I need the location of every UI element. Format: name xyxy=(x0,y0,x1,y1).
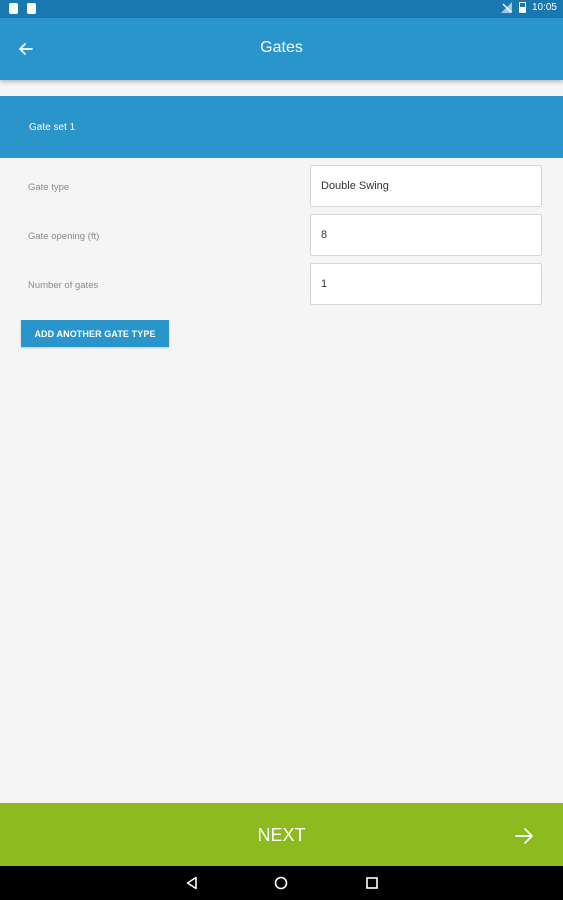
nav-recents-icon[interactable] xyxy=(365,876,379,890)
next-button-label: NEXT xyxy=(257,825,306,845)
status-bar: 10:05 xyxy=(0,0,563,18)
gate-type-field[interactable]: Double Swing xyxy=(310,165,542,207)
app-bar: Gates xyxy=(0,18,563,80)
status-time: 10:05 xyxy=(531,2,557,13)
nav-home-icon[interactable] xyxy=(274,876,288,890)
notification-icon xyxy=(27,3,36,14)
arrow-right-icon xyxy=(513,825,535,847)
page-title: Gates xyxy=(260,39,303,56)
notification-icon xyxy=(9,3,18,14)
add-gate-type-button[interactable]: ADD ANOTHER GATE TYPE xyxy=(21,320,169,347)
next-button[interactable]: NEXT xyxy=(0,803,563,866)
gate-opening-label: Gate opening (ft) xyxy=(28,231,100,242)
number-of-gates-field[interactable]: 1 xyxy=(310,263,542,305)
gate-type-label: Gate type xyxy=(28,182,70,193)
signal-icon xyxy=(500,2,513,13)
number-of-gates-label: Number of gates xyxy=(28,280,99,291)
nav-back-icon[interactable] xyxy=(185,876,199,890)
battery-icon xyxy=(518,2,526,13)
gate-opening-field[interactable]: 8 xyxy=(310,214,542,256)
gate-set-title: Gate set 1 xyxy=(29,122,76,133)
gate-set-header: Gate set 1 xyxy=(0,96,563,158)
system-nav-bar xyxy=(0,866,563,900)
